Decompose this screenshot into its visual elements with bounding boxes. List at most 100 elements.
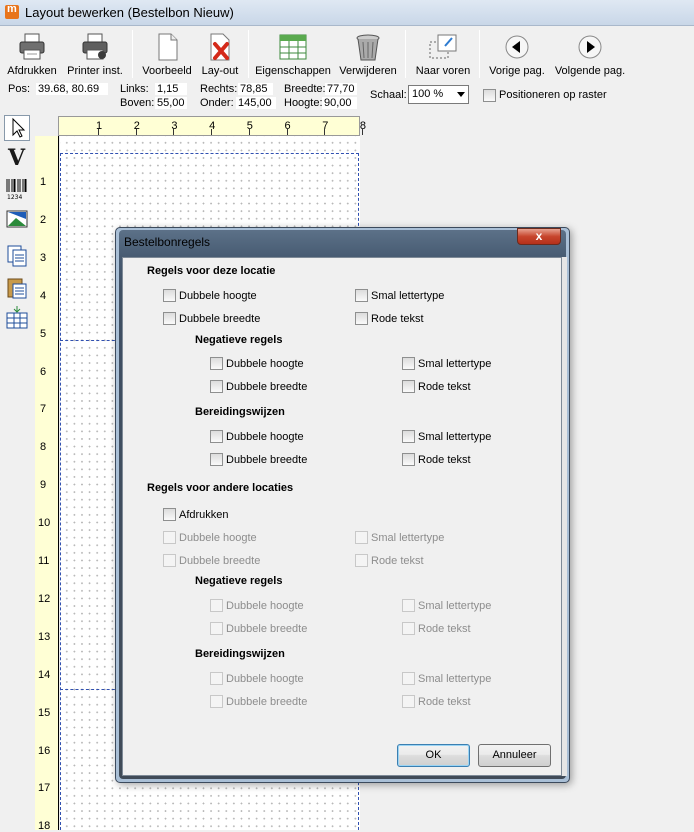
dialog-close-button[interactable]: x bbox=[517, 228, 561, 245]
option-label: Dubbele breedte bbox=[179, 555, 261, 567]
barcode-icon: 1234 bbox=[6, 179, 27, 201]
text-tool[interactable]: V bbox=[4, 144, 30, 171]
paste-tool[interactable] bbox=[4, 275, 30, 301]
links-label: Links: bbox=[120, 83, 149, 95]
next-arrow-icon bbox=[578, 35, 602, 59]
previous-arrow-icon bbox=[505, 35, 529, 59]
ruler-left-number: 14 bbox=[38, 668, 51, 681]
pointer-tool[interactable] bbox=[4, 115, 30, 141]
app-icon bbox=[5, 3, 19, 19]
links-value: 1,15 bbox=[155, 83, 187, 95]
ruler-tick bbox=[361, 129, 363, 135]
grid-position-label: Positioneren op raster bbox=[499, 89, 607, 101]
bring-forward-button[interactable]: Naar voren bbox=[412, 30, 474, 80]
ruler-top-number: 5 bbox=[246, 120, 253, 132]
toolbar-separator bbox=[132, 30, 133, 78]
printer-settings-button[interactable]: Printer inst. bbox=[64, 30, 126, 80]
section-this-location: Regels voor deze locatie bbox=[147, 265, 276, 277]
option-label: Dubbele breedte bbox=[179, 313, 261, 325]
title-bar: Layout bewerken (Bestelbon Nieuw) bbox=[0, 0, 694, 26]
ruler-left-number: 13 bbox=[38, 630, 51, 643]
vertical-ruler: 1 2 3 4 5 6 7 8 9 10 11 12 13 14 15 16 17 18 bbox=[35, 136, 59, 832]
print-button[interactable]: Afdrukken bbox=[4, 30, 60, 80]
ruler-tick bbox=[135, 129, 137, 135]
previous-page-button[interactable]: Vorige pag. bbox=[486, 30, 548, 80]
ruler-left-number: 15 bbox=[38, 706, 51, 719]
hoogte-value: 90,00 bbox=[322, 97, 357, 109]
bring-forward-label: Naar voren bbox=[415, 65, 471, 77]
svg-text:V: V bbox=[7, 145, 26, 170]
option-label: Smal lettertype bbox=[418, 358, 492, 370]
chevron-down-icon bbox=[457, 92, 465, 97]
paste-icon bbox=[7, 278, 27, 299]
copy-tool[interactable] bbox=[4, 243, 30, 269]
option-label: Rode tekst bbox=[418, 381, 471, 393]
pos-label: Pos: bbox=[8, 83, 31, 95]
onder-value: 145,00 bbox=[236, 97, 276, 109]
ruler-top-number: 6 bbox=[284, 120, 291, 132]
barcode-tool[interactable]: 1234 bbox=[4, 175, 30, 201]
ruler-top-number: 8 bbox=[359, 120, 367, 132]
ruler-left-number: 6 bbox=[40, 365, 47, 378]
ruler-left-number: 9 bbox=[40, 479, 47, 492]
tool-panel: V 1234 bbox=[0, 112, 34, 830]
rechts-value: 78,85 bbox=[238, 83, 273, 95]
print-label: Afdrukken bbox=[7, 65, 57, 77]
option-label: Smal lettertype bbox=[418, 600, 492, 612]
option-label: Rode tekst bbox=[418, 623, 471, 635]
breedte-value: 77,70 bbox=[325, 83, 357, 95]
copy-icon bbox=[7, 245, 27, 267]
boven-value: 55,00 bbox=[155, 97, 187, 109]
option-label: Rode tekst bbox=[371, 313, 424, 325]
properties-label: Eigenschappen bbox=[255, 65, 331, 77]
delete-button[interactable]: Verwijderen bbox=[337, 30, 399, 80]
toolbar-separator bbox=[248, 30, 249, 78]
insert-field-tool[interactable] bbox=[4, 305, 30, 331]
ruler-left-number: 8 bbox=[40, 441, 47, 454]
option-label: Dubbele hoogte bbox=[179, 532, 257, 544]
image-tool[interactable] bbox=[4, 207, 30, 233]
option-label: Dubbele breedte bbox=[226, 696, 308, 708]
ruler-left-number: 3 bbox=[40, 251, 47, 264]
zoom-select[interactable]: 100 % bbox=[408, 85, 469, 104]
cancel-button[interactable]: Annuleer bbox=[478, 744, 551, 767]
document-icon bbox=[158, 33, 178, 61]
printer-settings-icon bbox=[82, 33, 108, 60]
svg-text:1234: 1234 bbox=[7, 194, 22, 201]
layout-button[interactable]: Lay-out bbox=[196, 30, 244, 80]
option-label: Dubbele breedte bbox=[226, 381, 308, 393]
ruler-left-number: 5 bbox=[40, 327, 47, 340]
option-label: Dubbele hoogte bbox=[226, 358, 304, 370]
ok-button[interactable]: OK bbox=[397, 744, 470, 767]
preview-label: Voorbeeld bbox=[142, 65, 192, 77]
option-label: Dubbele hoogte bbox=[226, 600, 304, 612]
dialog-scrollbar[interactable] bbox=[562, 257, 567, 776]
ruler-tick bbox=[98, 129, 99, 135]
option-label: Dubbele hoogte bbox=[179, 290, 257, 302]
bring-forward-icon bbox=[429, 34, 457, 59]
selected-element-outline[interactable] bbox=[60, 340, 120, 690]
next-page-button[interactable]: Volgende pag. bbox=[553, 30, 627, 80]
ruler-left-number: 4 bbox=[40, 289, 47, 302]
ruler-top-number: 1 bbox=[96, 120, 103, 132]
hoogte-label: Hoogte: bbox=[284, 97, 323, 109]
insert-field-icon bbox=[6, 306, 28, 329]
ruler-tick bbox=[324, 129, 326, 135]
previous-page-label: Vorige pag. bbox=[489, 65, 545, 77]
ruler-tick bbox=[173, 129, 175, 135]
ruler-left-number: 10 bbox=[38, 517, 51, 530]
option-label: Smal lettertype bbox=[371, 290, 445, 302]
ruler-top-number: 7 bbox=[322, 120, 329, 132]
ruler-tick bbox=[211, 129, 213, 135]
zoom-value: 100 % bbox=[412, 88, 444, 100]
ruler-left-number: 16 bbox=[38, 744, 51, 757]
subsection-negative: Negatieve regels bbox=[195, 334, 283, 346]
ruler-top-number: 2 bbox=[133, 120, 140, 132]
image-tool-icon bbox=[6, 210, 28, 228]
horizontal-ruler: 1 2 3 4 5 6 7 8 bbox=[58, 116, 366, 136]
grid-position-checkbox[interactable] bbox=[483, 89, 496, 102]
option-label: Rode tekst bbox=[418, 696, 471, 708]
properties-button[interactable]: Eigenschappen bbox=[254, 30, 332, 80]
preview-button[interactable]: Voorbeeld bbox=[140, 30, 194, 80]
printer-settings-label: Printer inst. bbox=[67, 65, 123, 77]
